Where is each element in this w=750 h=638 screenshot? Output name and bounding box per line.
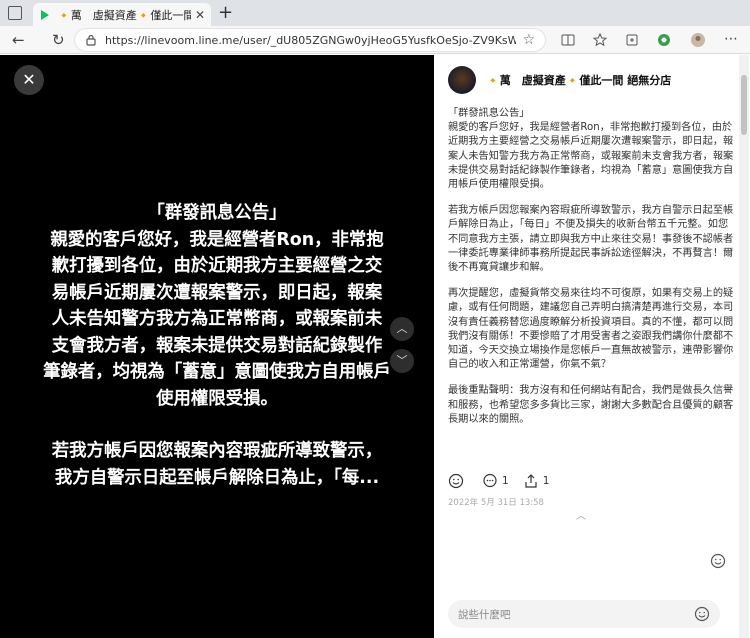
poster-line: 「群發訊息公告」 xyxy=(147,203,287,223)
browser-toolbar: ← ↻ https://linevoom.line.me/user/_dU805… xyxy=(0,26,750,54)
comment-icon xyxy=(483,473,497,488)
browser-tab-bar: 🔸萬 虛擬資產🔸僅此一間 絕無分店 ✕ + xyxy=(0,0,750,26)
page-name[interactable]: 🔸萬 虛擬資產🔸僅此一間 絕無分店 xyxy=(486,72,671,88)
reload-button[interactable]: ↻ xyxy=(52,30,65,50)
image-viewer: ✕ 「群發訊息公告」 親愛的客戶您好，我是經營者Ron，非常抱 歉打擾到各位，由… xyxy=(0,55,434,638)
post-paragraph: 「群發訊息公告」 親愛的客戶您好，我是經營者Ron，非常抱歉打擾到各位，由於近期… xyxy=(448,108,734,191)
poster-text: 「群發訊息公告」 親愛的客戶您好，我是經營者Ron，非常抱 歉打擾到各位，由於近… xyxy=(18,200,416,491)
url-text: https://linevoom.line.me/user/_dU805ZGNG… xyxy=(105,33,517,47)
share-icon xyxy=(525,474,537,488)
post-header: 🔸萬 虛擬資產🔸僅此一間 絕無分店 xyxy=(448,65,738,95)
react-button[interactable] xyxy=(448,473,468,489)
previous-image-button[interactable]: ︿ xyxy=(390,317,414,341)
collections-icon[interactable] xyxy=(624,32,640,48)
split-screen-icon[interactable] xyxy=(560,32,576,48)
poster-line: 若我方帳戶因您報案內容瑕疵所導致警示， xyxy=(51,441,383,461)
extension-icon[interactable] xyxy=(656,32,672,48)
comment-button[interactable]: 1 xyxy=(482,473,509,489)
post-paragraph: 若我方帳戶因您報案內容瑕疵所導致警示，我方自警示日起至帳戶解除日為止，「每日」不… xyxy=(448,205,734,274)
share-count: 1 xyxy=(542,475,550,487)
post-paragraph: 最後重點聲明：我方沒有和任何網站有配合，我們是做長久信譽和服務，也希望您多多貨比… xyxy=(448,385,734,425)
poster-line: 筆錄者，均視為「蓄意」意圖使我方自用帳戶 xyxy=(43,362,391,382)
post-panel: 🔸萬 虛擬資產🔸僅此一間 絕無分店 「群發訊息公告」 親愛的客戶您好，我是經營者… xyxy=(434,55,750,638)
lock-icon xyxy=(86,34,96,46)
post-actions: 1 1 xyxy=(448,473,563,489)
comment-count: 1 xyxy=(502,475,509,487)
poster-line: 使用權限受損。 xyxy=(156,388,278,409)
poster-line: 親愛的客戶您好，我是經營者Ron，非常抱 xyxy=(50,229,384,250)
scrollbar-thumb[interactable] xyxy=(741,75,747,135)
avatar[interactable] xyxy=(448,66,476,94)
tab-title: 🔸萬 虛擬資產🔸僅此一間 絕無分店 xyxy=(57,8,191,22)
sticker-icon[interactable] xyxy=(710,553,726,569)
back-button[interactable]: ← xyxy=(12,30,25,50)
address-bar[interactable]: https://linevoom.line.me/user/_dU805ZGNG… xyxy=(74,28,546,52)
tab-close-icon[interactable]: ✕ xyxy=(195,8,205,22)
line-favicon-icon xyxy=(41,9,49,20)
poster-line: 歉打擾到各位，由於近期我方主要經營之交 xyxy=(51,256,383,276)
favorites-icon[interactable] xyxy=(592,32,608,48)
post-body: 「群發訊息公告」 親愛的客戶您好，我是經營者Ron，非常抱歉打擾到各位，由於近期… xyxy=(448,107,734,439)
close-viewer-button[interactable]: ✕ xyxy=(14,65,44,95)
active-tab[interactable]: 🔸萬 虛擬資產🔸僅此一間 絕無分店 ✕ xyxy=(33,3,211,26)
poster-line: 人未告知警方我方為正常幣商，或報案前未 xyxy=(51,309,383,329)
panel-scrollbar[interactable] xyxy=(739,55,749,638)
profile-avatar-icon[interactable] xyxy=(690,32,706,48)
emoji-picker-icon[interactable] xyxy=(694,606,710,622)
poster-line: 支會我方者，報案未提供交易對話紀錄製作 xyxy=(51,335,383,356)
post-timestamp: 2022年 5月 31日 13:58 xyxy=(448,498,544,508)
smiley-icon xyxy=(448,473,464,489)
share-button[interactable]: 1 xyxy=(523,473,550,489)
poster-line: 易帳戶近期屢次遭報案警示，即日起，報案 xyxy=(51,282,383,303)
new-tab-button[interactable]: + xyxy=(218,3,233,23)
favorite-star-icon[interactable]: ☆ xyxy=(522,32,535,48)
tab-actions-icon[interactable] xyxy=(8,6,22,20)
post-paragraph: 再次提醒您，虛擬貨幣交易來往均不可復原，如果有交易上的疑慮，或有任何問題，建議您… xyxy=(448,288,734,371)
more-menu-icon[interactable]: ⋯ xyxy=(724,29,738,49)
poster-line: 我方自警示日起至帳戶解除日為止，「每... xyxy=(54,467,380,488)
collapse-chevron-icon[interactable]: ︿ xyxy=(576,507,586,522)
comment-placeholder: 說些什麼吧 xyxy=(458,608,511,621)
comment-input[interactable]: 說些什麼吧 xyxy=(448,600,720,628)
next-image-button[interactable]: ﹀ xyxy=(390,349,414,373)
